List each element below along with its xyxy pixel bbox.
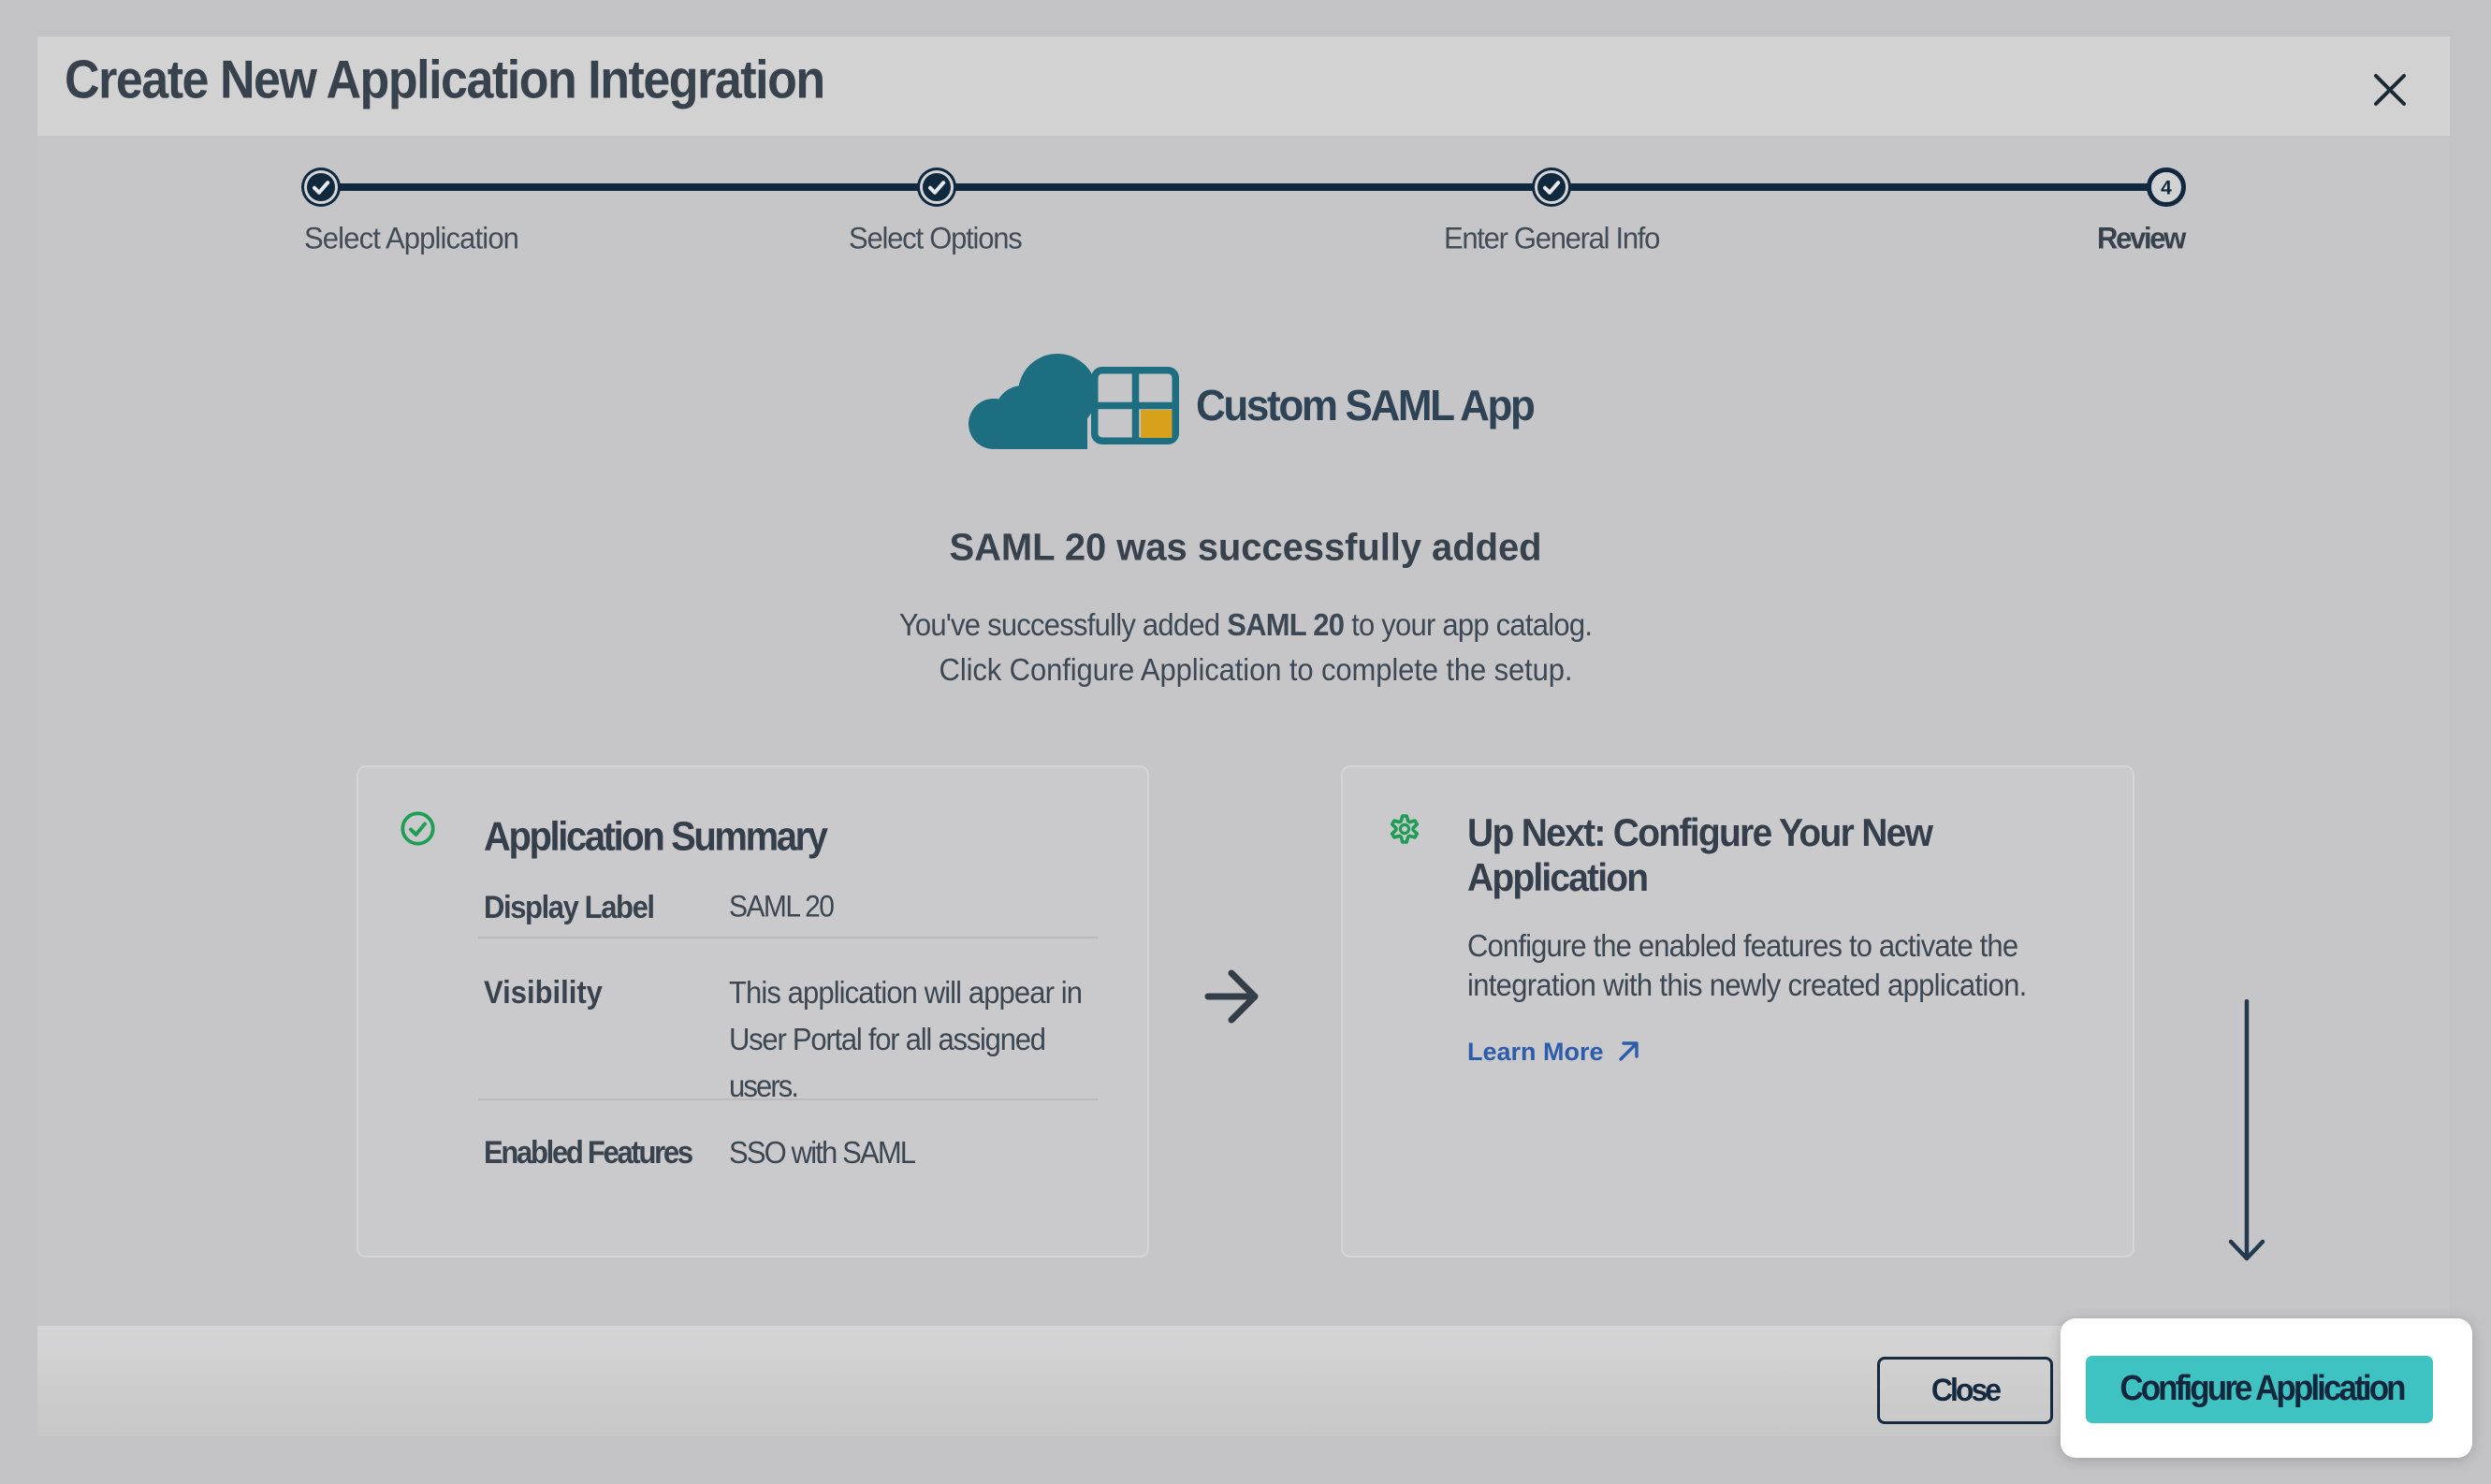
svg-text:4: 4 — [2161, 178, 2172, 199]
